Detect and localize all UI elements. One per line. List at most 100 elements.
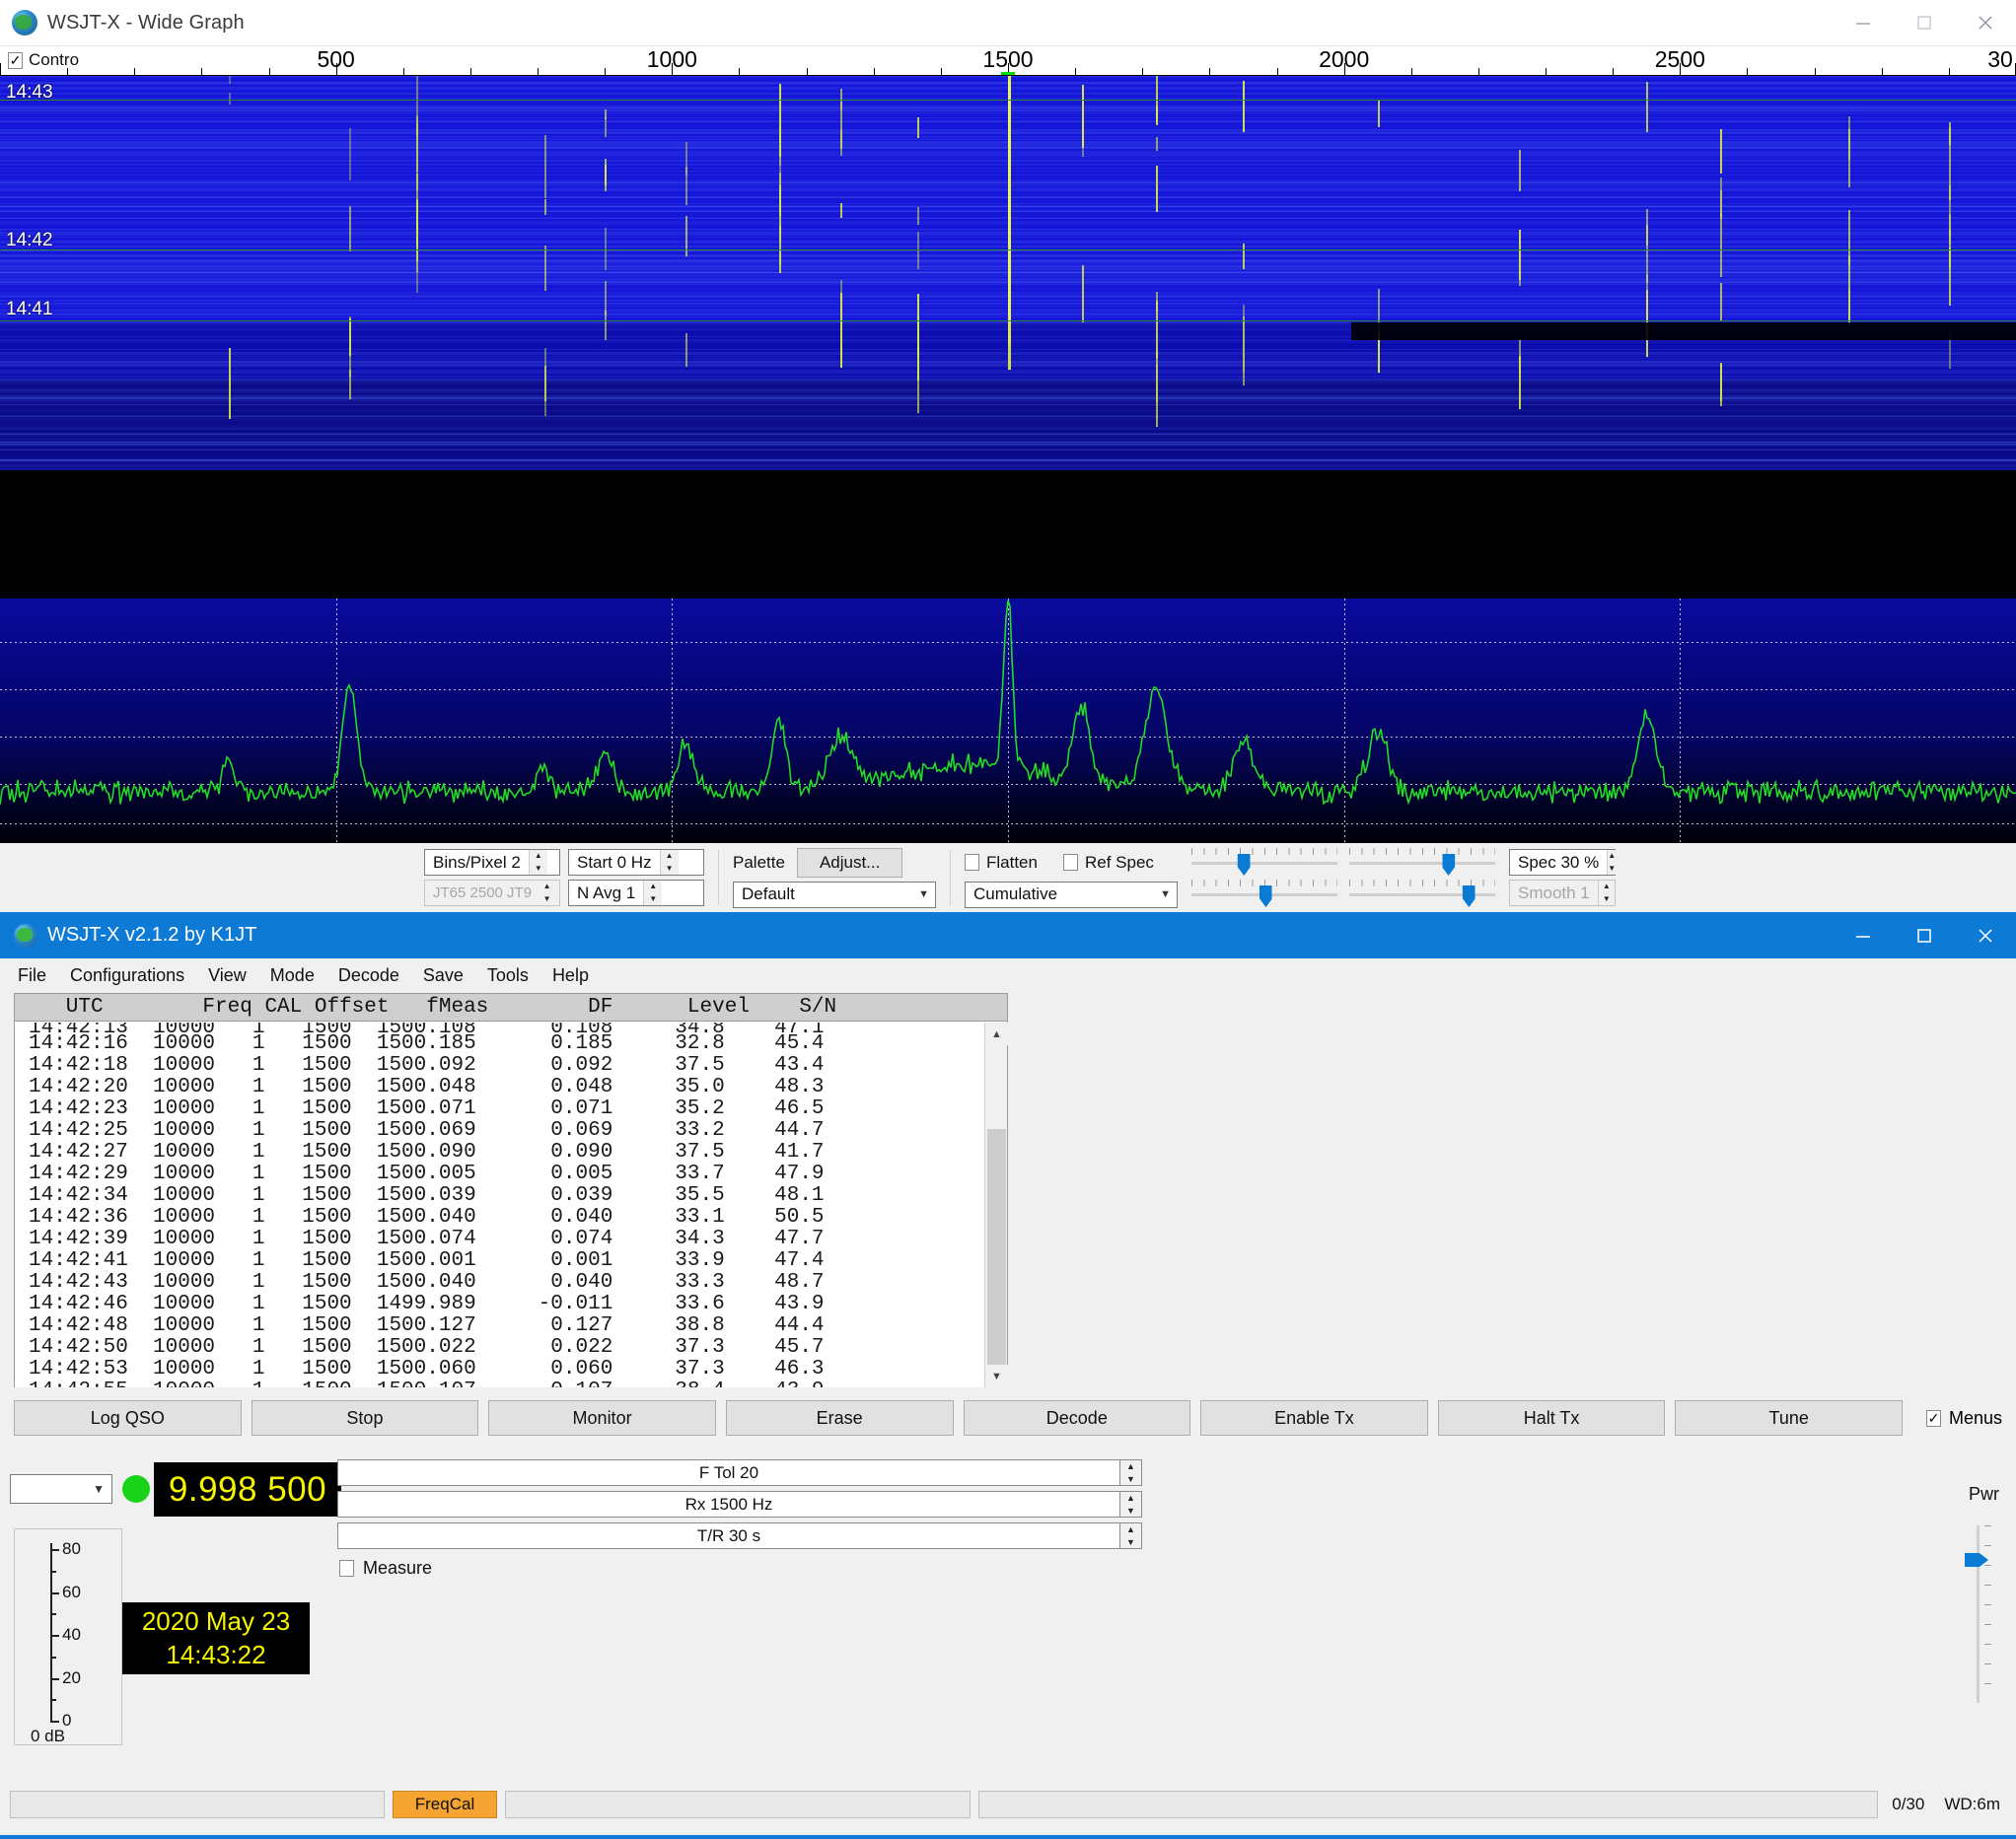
f-tol-row[interactable]: F Tol 20 ▲▼	[337, 1459, 1142, 1486]
menus-toggle[interactable]: Menus	[1926, 1408, 2002, 1429]
decodes-scrollbar[interactable]: ▲ ▼	[984, 1023, 1007, 1387]
rx-freq-spinner[interactable]: ▲▼	[1120, 1491, 1142, 1518]
bins-per-pixel-spinbox[interactable]: Bins/Pixel 2 ▲▼	[424, 849, 560, 876]
f-tol-spinner[interactable]: ▲▼	[1120, 1459, 1142, 1486]
accumulation-combo[interactable]: Cumulative ▼	[965, 882, 1178, 908]
minimize-icon[interactable]	[1833, 0, 1894, 46]
maximize-icon[interactable]	[1894, 912, 1955, 958]
decode-row[interactable]: 14:42:25 10000 1 1500 1500.069 0.069 33.…	[29, 1120, 985, 1142]
decode-row[interactable]: 14:42:20 10000 1 1500 1500.048 0.048 35.…	[29, 1077, 985, 1098]
spec-zero-slider[interactable]	[1349, 880, 1495, 907]
close-icon[interactable]	[1955, 0, 2016, 46]
measure-checkbox[interactable]	[339, 1560, 354, 1577]
spec-gain-slider[interactable]	[1191, 880, 1337, 907]
start-hz-arrows[interactable]: ▲▼	[660, 850, 679, 875]
flatten-checkbox[interactable]	[965, 854, 979, 871]
maximize-icon[interactable]	[1894, 0, 1955, 46]
decode-row[interactable]: 14:42:41 10000 1 1500 1500.001 0.001 33.…	[29, 1250, 985, 1272]
menu-configurations[interactable]: Configurations	[60, 962, 194, 989]
scrollbar-thumb[interactable]	[987, 1129, 1006, 1376]
spectrum-plot[interactable]	[0, 599, 2016, 843]
decode-row[interactable]: 14:42:34 10000 1 1500 1500.039 0.039 35.…	[29, 1185, 985, 1207]
meter-minor-tick	[50, 1571, 56, 1573]
wide-graph-controls: Bins/Pixel 2 ▲▼ Start 0 Hz ▲▼ JT65 2500 …	[0, 843, 2016, 912]
adjust-button[interactable]: Adjust...	[797, 848, 902, 878]
decode-button[interactable]: Decode	[964, 1400, 1191, 1436]
controls-checkbox[interactable]	[8, 52, 23, 69]
minimize-icon[interactable]	[1833, 912, 1894, 958]
menu-view[interactable]: View	[198, 962, 256, 989]
frequency-display[interactable]: 9.998 500	[154, 1462, 341, 1517]
slider-handle[interactable]	[1260, 885, 1272, 907]
controls-toggle[interactable]: Contro	[8, 50, 79, 70]
spec-percent-spinbox[interactable]: Spec 30 % ▲▼	[1509, 849, 1616, 876]
menu-file[interactable]: File	[8, 962, 56, 989]
menu-help[interactable]: Help	[542, 962, 599, 989]
spec-percent-arrows[interactable]: ▲▼	[1607, 850, 1616, 875]
close-icon[interactable]	[1955, 912, 2016, 958]
decode-row[interactable]: 14:42:16 10000 1 1500 1500.185 0.185 32.…	[29, 1033, 985, 1055]
decode-row[interactable]: 14:42:55 10000 1 1500 1500.107 0.107 38.…	[29, 1380, 985, 1387]
gain-slider[interactable]	[1191, 848, 1337, 876]
menus-checkbox[interactable]	[1926, 1410, 1941, 1427]
pwr-slider-rail[interactable]	[1977, 1525, 1980, 1703]
decode-row[interactable]: 14:42:29 10000 1 1500 1500.005 0.005 33.…	[29, 1164, 985, 1185]
waterfall-display[interactable]: 14:43 14:42 14:41	[0, 76, 2016, 599]
erase-button[interactable]: Erase	[726, 1400, 954, 1436]
enable-tx-button[interactable]: Enable Tx	[1200, 1400, 1428, 1436]
waterfall-band	[0, 470, 2016, 599]
decode-row[interactable]: 14:42:23 10000 1 1500 1500.071 0.071 35.…	[29, 1098, 985, 1120]
menu-save[interactable]: Save	[413, 962, 473, 989]
waterfall-signal-trace	[1243, 317, 1245, 386]
scroll-down-icon[interactable]: ▼	[985, 1365, 1008, 1387]
ref-spec-checkbox[interactable]	[1063, 854, 1078, 871]
stop-button[interactable]: Stop	[252, 1400, 479, 1436]
ref-spec-toggle[interactable]: Ref Spec	[1063, 853, 1154, 873]
decode-row[interactable]: 14:42:50 10000 1 1500 1500.022 0.022 37.…	[29, 1337, 985, 1359]
flatten-toggle[interactable]: Flatten	[965, 853, 1038, 873]
menu-decode[interactable]: Decode	[328, 962, 409, 989]
decode-row[interactable]: 14:42:39 10000 1 1500 1500.074 0.074 34.…	[29, 1229, 985, 1250]
waterfall-signal-trace	[917, 294, 919, 355]
slider-handle[interactable]	[1463, 885, 1476, 907]
rx-freq-row[interactable]: Rx 1500 Hz ▲▼	[337, 1491, 1142, 1518]
decode-row[interactable]: 14:42:43 10000 1 1500 1500.040 0.040 33.…	[29, 1272, 985, 1294]
zero-slider[interactable]	[1349, 848, 1495, 876]
bins-per-pixel-arrows[interactable]: ▲▼	[529, 850, 547, 875]
menu-tools[interactable]: Tools	[477, 962, 539, 989]
ruler-tick-label: 1000	[647, 46, 697, 73]
waterfall-signal-trace	[1848, 256, 1850, 325]
n-avg-arrows[interactable]: ▲▼	[643, 881, 662, 905]
slider-handle[interactable]	[1238, 854, 1251, 876]
divider	[950, 850, 951, 905]
app-globe-icon	[12, 10, 37, 35]
palette-combo[interactable]: Default ▼	[733, 882, 936, 908]
meter-tick-label: 20	[62, 1668, 81, 1688]
decode-row[interactable]: 14:42:18 10000 1 1500 1500.092 0.092 37.…	[29, 1055, 985, 1077]
decode-row[interactable]: 14:42:36 10000 1 1500 1500.040 0.040 33.…	[29, 1207, 985, 1229]
n-avg-spinbox[interactable]: N Avg 1 ▲▼	[568, 880, 704, 906]
tr-period-spinner[interactable]: ▲▼	[1120, 1522, 1142, 1549]
slider-handle[interactable]	[1442, 854, 1455, 876]
menu-mode[interactable]: Mode	[260, 962, 324, 989]
decode-row[interactable]: 14:42:53 10000 1 1500 1500.060 0.060 37.…	[29, 1359, 985, 1380]
decode-row[interactable]: 14:42:48 10000 1 1500 1500.127 0.127 38.…	[29, 1315, 985, 1337]
decode-row[interactable]: 14:42:27 10000 1 1500 1500.090 0.090 37.…	[29, 1142, 985, 1164]
main-title: WSJT-X v2.1.2 by K1JT	[47, 924, 256, 947]
decode-row[interactable]: 14:42:46 10000 1 1500 1499.989 -0.011 33…	[29, 1294, 985, 1315]
waterfall-signal-trace	[1720, 129, 1722, 174]
scroll-up-icon[interactable]: ▲	[985, 1023, 1008, 1045]
halt-tx-button[interactable]: Halt Tx	[1438, 1400, 1666, 1436]
monitor-button[interactable]: Monitor	[488, 1400, 716, 1436]
tr-period-row[interactable]: T/R 30 s ▲▼	[337, 1522, 1142, 1549]
tune-button[interactable]: Tune	[1675, 1400, 1903, 1436]
band-combo[interactable]: ▼	[10, 1474, 112, 1504]
log-qso-button[interactable]: Log QSO	[14, 1400, 242, 1436]
status-bar: FreqCal 0/30 WD:6m	[0, 1785, 2016, 1824]
tr-period-value: T/R 30 s	[337, 1522, 1120, 1549]
decodes-panel[interactable]: UTC Freq CAL Offset fMeas DF Level S/N 1…	[14, 993, 1008, 1387]
start-hz-spinbox[interactable]: Start 0 Hz ▲▼	[568, 849, 704, 876]
decodes-list[interactable]: 14:42:13 10000 1 1500 1500.108 0.108 34.…	[15, 1023, 985, 1387]
measure-toggle[interactable]: Measure	[339, 1558, 432, 1579]
frequency-ruler[interactable]: Contro 500100015002000250030	[0, 46, 2016, 76]
